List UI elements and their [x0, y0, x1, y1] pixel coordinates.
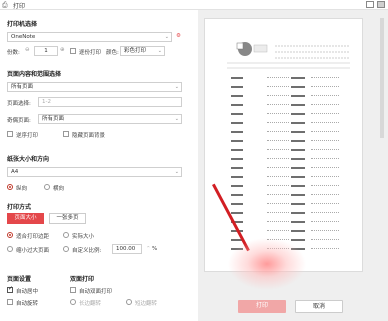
printer-select[interactable]: OneNote ⌄ [7, 32, 172, 42]
landscape-radio[interactable] [44, 184, 50, 190]
auto-center-label: 自动居中 [16, 289, 39, 295]
plus-icon[interactable]: ⊕ [60, 47, 65, 53]
preview-row [231, 77, 343, 83]
cancel-button[interactable]: 取消 [295, 300, 343, 313]
page-select-input[interactable]: 1-2 [38, 97, 182, 107]
preview-row [231, 104, 343, 110]
chevron-down-icon: ⌄ [174, 116, 179, 122]
fit-margins-label: 适合打印边距 [16, 234, 50, 240]
page-preview [204, 18, 363, 272]
odd-even-label: 奇偶页面: [7, 118, 31, 124]
shrink-oversized-label: 缩小过大页面 [16, 248, 50, 254]
short-edge-radio[interactable] [126, 299, 132, 305]
printer-icon: ⎙ [2, 1, 8, 9]
actual-size-radio[interactable] [63, 232, 69, 238]
auto-duplex-label: 自动双面打印 [79, 289, 113, 295]
preview-row [231, 167, 343, 173]
long-edge-radio[interactable] [70, 299, 76, 305]
window-title: 打印 [13, 3, 26, 10]
hide-background-checkbox[interactable] [63, 131, 69, 137]
auto-rotate-label: 自动旋转 [16, 301, 39, 307]
preview-row [231, 194, 343, 200]
preview-row [231, 230, 343, 236]
collate-checkbox[interactable] [70, 48, 76, 54]
settings-panel: 打印机选择 OneNote ⌄ ⚙ 份数: ⊖ 1 ⊕ 逐份打印 颜色: 彩色打… [0, 10, 198, 321]
chevron-down-icon: ⌄ [174, 84, 179, 90]
content-section-title: 页面内容和范围选择 [7, 71, 62, 78]
paper-section-title: 纸张大小和方向 [7, 156, 50, 163]
auto-rotate-checkbox[interactable] [7, 299, 13, 305]
chevron-down-icon: ⌄ [164, 34, 169, 40]
preview-row [231, 131, 343, 137]
percent-label: % [152, 246, 158, 252]
preview-row [231, 176, 343, 182]
page-select-label: 页面选择: [7, 101, 31, 107]
reverse-checkbox[interactable] [7, 131, 13, 137]
auto-center-checkbox[interactable] [7, 285, 13, 293]
range-select-value: 所有页面 [11, 84, 34, 90]
reverse-label: 逆序打印 [16, 133, 39, 139]
custom-scale-input[interactable]: 100.00 [112, 244, 142, 254]
preview-row [231, 185, 343, 191]
printer-section-title: 打印机选择 [7, 21, 38, 28]
preview-row [231, 203, 343, 209]
fit-margins-radio[interactable] [7, 232, 13, 238]
preview-row [231, 221, 343, 227]
title-bar: ⎙ 打印 [0, 0, 388, 10]
short-edge-label: 短边翻转 [135, 301, 158, 307]
long-edge-label: 长边翻转 [79, 301, 102, 307]
preview-row [231, 140, 343, 146]
portrait-label: 纵向 [16, 186, 28, 192]
color-select-value: 彩色打印 [124, 48, 147, 54]
minus-icon[interactable]: ⊖ [25, 47, 30, 53]
print-mode-section-title: 打印方式 [7, 204, 32, 211]
hide-background-label: 隐藏页面背景 [72, 133, 106, 139]
portrait-radio[interactable] [7, 184, 13, 190]
preview-row [231, 122, 343, 128]
copies-label: 份数: [7, 50, 20, 56]
custom-scale-radio[interactable] [63, 246, 69, 252]
preview-scrollbar[interactable] [380, 18, 384, 138]
preview-row [231, 212, 343, 218]
tab-multi-page[interactable]: 一张多页 [49, 213, 86, 224]
printer-select-value: OneNote [11, 34, 36, 40]
landscape-label: 横向 [53, 186, 65, 192]
range-select[interactable]: 所有页面 ⌄ [7, 82, 182, 92]
custom-scale-label: 自定义比例: [72, 248, 102, 254]
collate-label: 逐份打印 [79, 50, 102, 56]
paper-size-select[interactable]: A4 ⌄ [7, 167, 182, 177]
shrink-oversized-radio[interactable] [7, 246, 13, 252]
actual-size-label: 实际大小 [72, 234, 95, 240]
preview-row [231, 113, 343, 119]
preview-row [231, 86, 343, 92]
scale-stepper-icon[interactable]: ⌃ [146, 246, 151, 252]
preview-row [231, 95, 343, 101]
print-button[interactable]: 打印 [238, 300, 286, 313]
color-label: 颜色: [106, 50, 119, 56]
close-button[interactable] [377, 1, 385, 8]
preview-row [231, 158, 343, 164]
annotation-highlight [228, 238, 306, 290]
maximize-button[interactable] [366, 1, 374, 8]
paper-size-value: A4 [11, 169, 19, 175]
color-select[interactable]: 彩色打印 ⌄ [120, 46, 165, 56]
chevron-down-icon: ⌄ [157, 48, 162, 54]
chevron-down-icon: ⌄ [174, 169, 179, 175]
preview-row [231, 149, 343, 155]
auto-duplex-checkbox[interactable] [70, 287, 76, 293]
odd-even-value: 所有页面 [42, 116, 65, 122]
odd-even-select[interactable]: 所有页面 ⌄ [38, 114, 182, 124]
page-settings-section-title: 页面设置 [7, 276, 32, 283]
duplex-section-title: 双面打印 [70, 276, 95, 283]
tab-page-size[interactable]: 页面大小 [7, 213, 44, 224]
copies-input[interactable]: 1 [34, 46, 58, 56]
settings-icon[interactable]: ⚙ [176, 33, 181, 39]
